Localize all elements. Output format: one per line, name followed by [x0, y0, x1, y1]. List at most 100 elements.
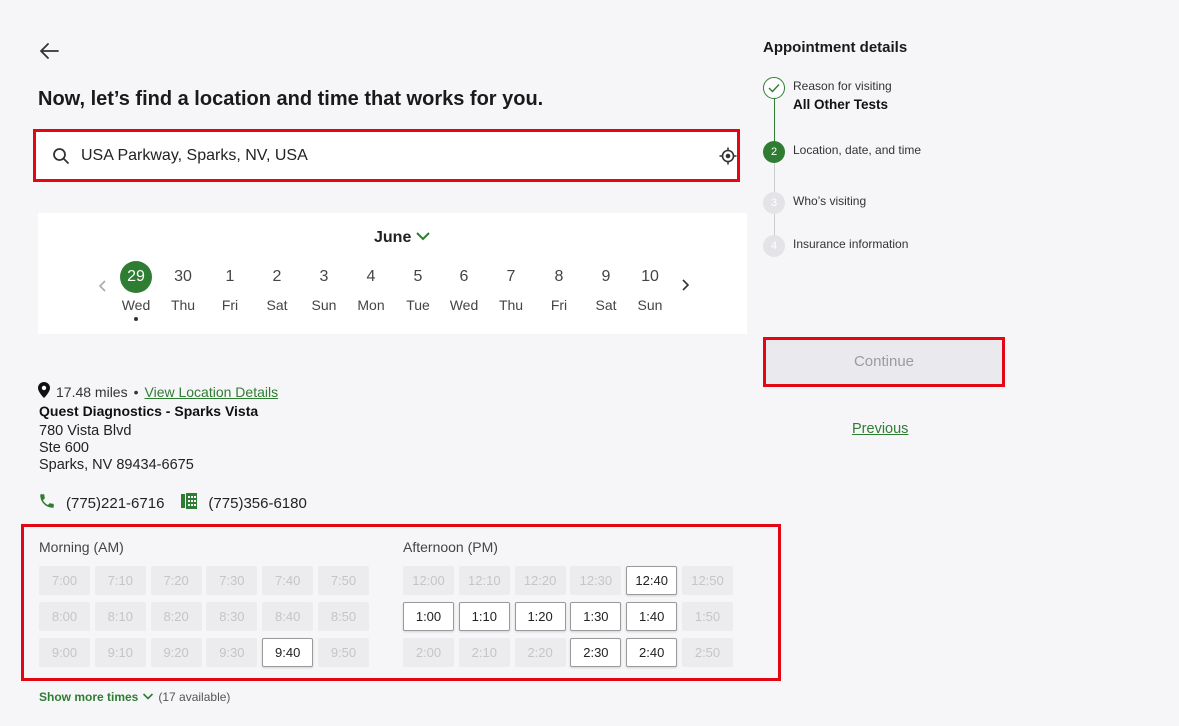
date-picker: June 29 Wed 30 Thu 1 Fri 2 Sat 3 Sun 4 Mon 5 Tue 6 Wed 7… [38, 213, 747, 334]
day-of-week: Wed [449, 297, 479, 313]
address-line-2: Ste 600 [39, 440, 89, 456]
chevron-right-icon[interactable] [680, 276, 690, 297]
afternoon-time-slot[interactable]: 12:40 [626, 566, 678, 595]
morning-time-slot: 8:00 [39, 602, 90, 631]
day-of-week: Mon [357, 297, 385, 313]
address-line-1: 780 Vista Blvd [39, 423, 132, 439]
morning-time-slot: 8:10 [94, 602, 146, 631]
address-line-3: Sparks, NV 89434-6675 [39, 457, 194, 473]
calendar-day[interactable]: 10 Sun [630, 261, 670, 313]
morning-label: Morning (AM) [39, 539, 124, 555]
afternoon-time-slot: 12:50 [682, 566, 733, 595]
day-number: 8 [554, 268, 564, 285]
day-number: 4 [366, 268, 376, 285]
appointment-details-title: Appointment details [763, 39, 908, 56]
afternoon-time-slot: 2:20 [514, 638, 566, 667]
morning-time-slot: 8:40 [262, 602, 314, 631]
afternoon-time-slot[interactable]: 1:00 [403, 602, 454, 631]
search-icon [52, 147, 70, 165]
location-name: Quest Diagnostics - Sparks Vista [39, 403, 259, 419]
calendar-day[interactable]: 5 Tue [398, 261, 438, 313]
previous-link[interactable]: Previous [852, 421, 908, 437]
chevron-down-icon [415, 229, 431, 247]
separator-dot: • [133, 383, 139, 400]
step-2-label: Location, date, and time [793, 143, 922, 157]
step-2-marker: 2 [763, 141, 785, 163]
month-label: June [374, 229, 412, 246]
location-search-box [33, 129, 740, 182]
continue-button[interactable]: Continue [763, 337, 1005, 387]
location-search-input[interactable] [79, 142, 679, 170]
step-3-label: Who’s visiting [793, 194, 867, 208]
day-number: 30 [174, 268, 192, 285]
day-number: 29 [120, 261, 152, 293]
day-number: 7 [506, 268, 516, 285]
afternoon-time-slot[interactable]: 1:20 [514, 602, 566, 631]
location-meta: 17.48 miles • View Location Details [38, 382, 278, 401]
chevron-left-icon[interactable] [98, 277, 108, 298]
calendar-day[interactable]: 3 Sun [304, 261, 344, 313]
fax-number: (775)356-6180 [208, 494, 307, 512]
afternoon-time-slot[interactable]: 2:40 [626, 638, 678, 667]
morning-time-slot: 7:30 [206, 566, 258, 595]
morning-time-slot: 9:50 [318, 638, 369, 667]
map-pin-icon [38, 382, 50, 401]
step-4-marker: 4 [763, 235, 785, 257]
calendar-day[interactable]: 4 Mon [351, 261, 391, 313]
available-count: (17 available) [158, 690, 231, 704]
day-of-week: Thu [170, 297, 196, 313]
show-more-times[interactable]: Show more times (17 available) [39, 690, 230, 704]
day-of-week: Sun [637, 297, 663, 313]
today-indicator [134, 317, 138, 321]
current-location-icon[interactable] [718, 146, 738, 166]
day-number: 1 [225, 268, 235, 285]
day-of-week: Tue [406, 297, 430, 313]
calendar-day[interactable]: 6 Wed [444, 261, 484, 313]
fax-icon [180, 492, 198, 514]
day-of-week: Fri [550, 297, 568, 313]
back-arrow-icon[interactable] [36, 38, 64, 64]
calendar-day[interactable]: 2 Sat [257, 261, 297, 313]
morning-time-slot: 7:00 [39, 566, 90, 595]
morning-time-slot[interactable]: 9:40 [262, 638, 314, 667]
morning-time-slot: 9:20 [150, 638, 202, 667]
view-location-details-link[interactable]: View Location Details [145, 384, 279, 400]
day-number: 9 [601, 268, 611, 285]
afternoon-label: Afternoon (PM) [403, 539, 498, 555]
afternoon-time-slot[interactable]: 2:30 [570, 638, 622, 667]
month-selector[interactable]: June [374, 229, 431, 247]
distance-text: 17.48 miles [56, 383, 128, 400]
afternoon-time-slot: 12:30 [570, 566, 622, 595]
afternoon-time-slot[interactable]: 1:30 [570, 602, 622, 631]
day-number: 3 [319, 268, 329, 285]
step-3-marker: 3 [763, 192, 785, 214]
morning-time-slot: 9:00 [39, 638, 90, 667]
morning-time-slot: 7:20 [150, 566, 202, 595]
day-of-week: Thu [498, 297, 524, 313]
afternoon-time-slot[interactable]: 1:10 [458, 602, 510, 631]
afternoon-time-slot: 12:20 [514, 566, 566, 595]
afternoon-time-slot[interactable]: 1:40 [626, 602, 678, 631]
step-4-label: Insurance information [793, 237, 909, 251]
morning-time-slot: 7:40 [262, 566, 314, 595]
contact-row: (775)221-6716 (775)356-6180 [38, 492, 323, 514]
calendar-day[interactable]: 30 Thu [163, 261, 203, 313]
calendar-day[interactable]: 7 Thu [491, 261, 531, 313]
day-of-week: Wed [121, 297, 151, 313]
calendar-day[interactable]: 9 Sat [586, 261, 626, 313]
morning-time-slot: 8:20 [150, 602, 202, 631]
afternoon-time-slot: 2:00 [403, 638, 454, 667]
calendar-day[interactable]: 8 Fri [539, 261, 579, 313]
calendar-day[interactable]: 1 Fri [210, 261, 250, 313]
morning-time-slot: 8:30 [206, 602, 258, 631]
page-title: Now, let’s find a location and time that… [38, 88, 544, 110]
calendar-day[interactable]: 29 Wed [116, 261, 156, 321]
day-of-week: Fri [221, 297, 239, 313]
afternoon-time-slot: 2:10 [458, 638, 510, 667]
morning-time-slot: 7:10 [94, 566, 146, 595]
morning-time-slot: 8:50 [318, 602, 369, 631]
day-of-week: Sat [266, 297, 288, 313]
morning-time-slot: 9:30 [206, 638, 258, 667]
step-complete-check-icon [763, 77, 785, 99]
day-of-week: Sun [311, 297, 337, 313]
